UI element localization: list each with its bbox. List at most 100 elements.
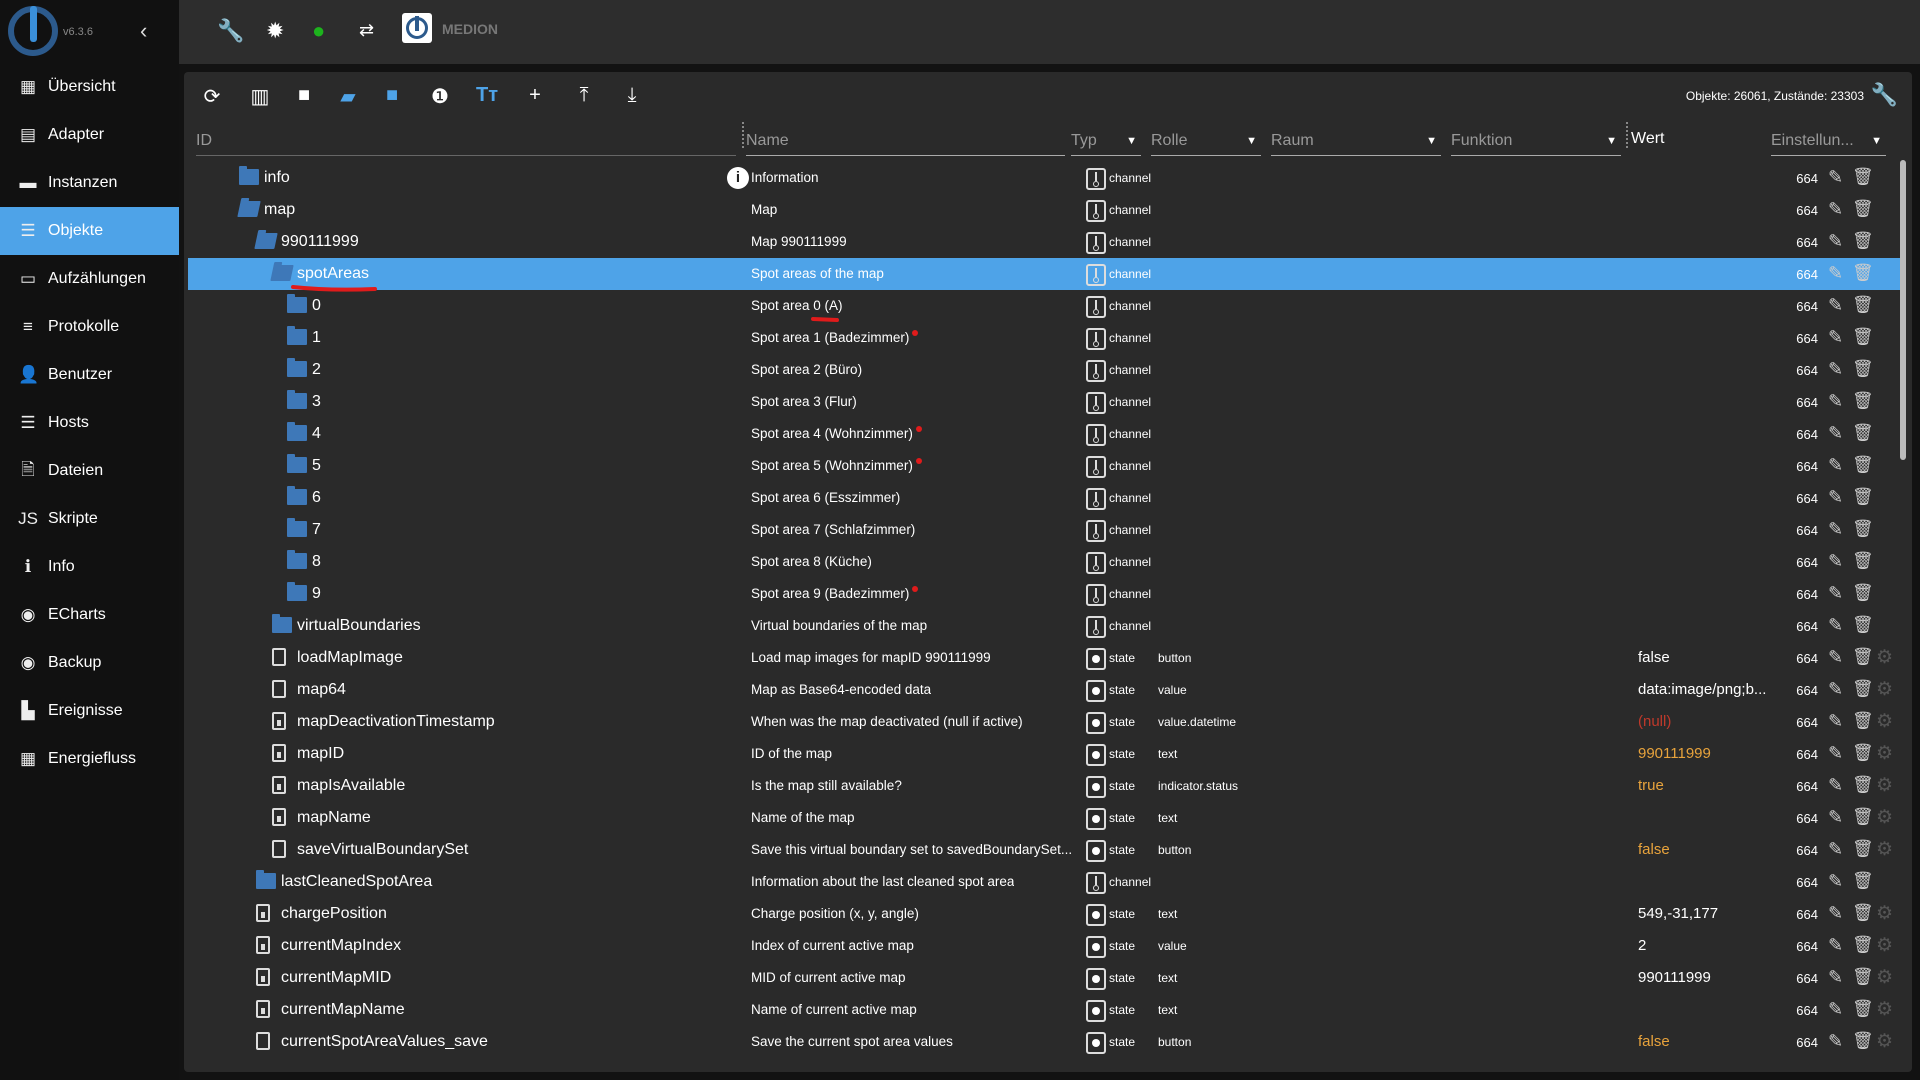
- table-row[interactable]: 5 Spot area 5 (Wohnzimmer) channel 664 ✎ 🗑: [188, 450, 1900, 482]
- table-row[interactable]: currentMapName Name of current active map…: [188, 994, 1900, 1026]
- table-row[interactable]: 3 Spot area 3 (Flur) channel 664 ✎ 🗑: [188, 386, 1900, 418]
- object-value[interactable]: 990111999: [1638, 745, 1711, 762]
- folder-icon[interactable]: [287, 422, 307, 441]
- file-lock-icon[interactable]: [256, 904, 270, 922]
- object-value[interactable]: false: [1638, 1033, 1670, 1050]
- trash-icon[interactable]: 🗑: [1852, 519, 1874, 539]
- object-value[interactable]: 990111999: [1638, 969, 1711, 986]
- table-row[interactable]: mapID ID of the map state text 990111999 664 ✎…: [188, 738, 1900, 770]
- object-value[interactable]: false: [1638, 649, 1670, 666]
- pencil-icon[interactable]: ✎: [1828, 487, 1843, 508]
- trash-icon[interactable]: 🗑: [1852, 935, 1874, 955]
- pencil-icon[interactable]: ✎: [1828, 679, 1843, 700]
- role-filter[interactable]: Rolle ▼: [1151, 126, 1261, 156]
- gear-icon[interactable]: ⚙: [1876, 774, 1893, 797]
- sidebar-item-objekte[interactable]: ☰ Objekte: [0, 207, 179, 255]
- gear-icon[interactable]: ⚙: [1876, 966, 1893, 989]
- expert-mode-icon[interactable]: ●: [312, 18, 325, 44]
- column-resizer[interactable]: [1626, 122, 1628, 148]
- file-lock-icon[interactable]: [256, 968, 270, 986]
- column-header-id[interactable]: ID: [196, 126, 736, 156]
- object-value[interactable]: (null): [1638, 713, 1671, 730]
- pencil-icon[interactable]: ✎: [1828, 455, 1843, 476]
- folder-icon[interactable]: [287, 486, 307, 505]
- pencil-icon[interactable]: ✎: [1828, 807, 1843, 828]
- object-value[interactable]: true: [1638, 777, 1664, 794]
- pencil-icon[interactable]: ✎: [1828, 295, 1843, 316]
- file-icon[interactable]: [272, 648, 286, 666]
- sidebar-item-protokolle[interactable]: ≡ Protokolle: [0, 303, 179, 351]
- gear-icon[interactable]: ⚙: [1876, 646, 1893, 669]
- sync-off-icon[interactable]: ⇄: [359, 20, 374, 41]
- trash-icon[interactable]: 🗑: [1852, 487, 1874, 507]
- sidebar-item-info[interactable]: ℹ Info: [0, 543, 179, 591]
- table-row[interactable]: loadMapImage Load map images for mapID 99…: [188, 642, 1900, 674]
- pencil-icon[interactable]: ✎: [1828, 359, 1843, 380]
- file-lock-icon[interactable]: [272, 776, 286, 794]
- table-row[interactable]: virtualBoundaries Virtual boundaries of t…: [188, 610, 1900, 642]
- trash-icon[interactable]: 🗑: [1852, 199, 1874, 219]
- gear-icon[interactable]: ⚙: [1876, 838, 1893, 861]
- type-filter[interactable]: Typ ▼: [1071, 126, 1141, 156]
- table-row[interactable]: 1 Spot area 1 (Badezimmer) channel 664 ✎ 🗑: [188, 322, 1900, 354]
- trash-icon[interactable]: 🗑: [1852, 839, 1874, 859]
- sidebar-item-übersicht[interactable]: ▦ Übersicht: [0, 63, 179, 111]
- trash-icon[interactable]: 🗑: [1852, 455, 1874, 475]
- pencil-icon[interactable]: ✎: [1828, 551, 1843, 572]
- pencil-icon[interactable]: ✎: [1828, 519, 1843, 540]
- table-row[interactable]: map Map channel 664 ✎ 🗑: [188, 194, 1900, 226]
- gear-icon[interactable]: ⚙: [1876, 998, 1893, 1021]
- pencil-icon[interactable]: ✎: [1828, 231, 1843, 252]
- folder-icon[interactable]: [287, 550, 307, 569]
- sidebar-item-skripte[interactable]: JS Skripte: [0, 495, 179, 543]
- pencil-icon[interactable]: ✎: [1828, 423, 1843, 444]
- sidebar-item-aufzählungen[interactable]: ▭ Aufzählungen: [0, 255, 179, 303]
- expand-all-icon[interactable]: ▰: [334, 84, 362, 109]
- download-icon[interactable]: ⤓: [618, 84, 646, 107]
- object-value[interactable]: data:image/png;b...: [1638, 681, 1766, 698]
- trash-icon[interactable]: 🗑: [1852, 775, 1874, 795]
- folder-open-icon[interactable]: [237, 201, 261, 217]
- trash-icon[interactable]: 🗑: [1852, 615, 1874, 635]
- object-value[interactable]: false: [1638, 841, 1670, 858]
- table-row[interactable]: spotAreas Spot areas of the map channel 664…: [188, 258, 1900, 290]
- file-lock-icon[interactable]: [256, 1000, 270, 1018]
- folder-icon[interactable]: [287, 390, 307, 409]
- column-resizer[interactable]: [742, 122, 744, 148]
- object-value[interactable]: 2: [1638, 937, 1646, 954]
- pencil-icon[interactable]: ✎: [1828, 999, 1843, 1020]
- sidebar-item-benutzer[interactable]: 👤 Benutzer: [0, 351, 179, 399]
- trash-icon[interactable]: 🗑: [1852, 583, 1874, 603]
- trash-icon[interactable]: 🗑: [1852, 967, 1874, 987]
- expand-level-icon[interactable]: ❶: [426, 84, 454, 109]
- function-filter[interactable]: Funktion ▼: [1451, 126, 1621, 156]
- gear-icon[interactable]: ⚙: [1876, 902, 1893, 925]
- trash-icon[interactable]: 🗑: [1852, 807, 1874, 827]
- folder-icon[interactable]: [287, 358, 307, 377]
- scrollbar[interactable]: [1900, 160, 1906, 460]
- trash-icon[interactable]: 🗑: [1852, 423, 1874, 443]
- refresh-icon[interactable]: ⟳: [198, 84, 226, 109]
- theme-toggle-icon[interactable]: ✹: [266, 18, 284, 44]
- pencil-icon[interactable]: ✎: [1828, 967, 1843, 988]
- file-lock-icon[interactable]: [256, 936, 270, 954]
- sidebar-item-energiefluss[interactable]: ▦ Energiefluss: [0, 735, 179, 783]
- table-row[interactable]: 0 Spot area 0 (A) channel 664 ✎ 🗑: [188, 290, 1900, 322]
- trash-icon[interactable]: 🗑: [1852, 295, 1874, 315]
- trash-icon[interactable]: 🗑: [1852, 263, 1874, 283]
- sidebar-item-dateien[interactable]: 🗎 Dateien: [0, 447, 179, 495]
- trash-icon[interactable]: 🗑: [1852, 391, 1874, 411]
- folder-icon[interactable]: ■: [290, 84, 318, 107]
- gear-icon[interactable]: ⚙: [1876, 742, 1893, 765]
- table-row[interactable]: 4 Spot area 4 (Wohnzimmer) channel 664 ✎ 🗑: [188, 418, 1900, 450]
- table-row[interactable]: 6 Spot area 6 (Esszimmer) channel 664 ✎ 🗑: [188, 482, 1900, 514]
- name-filter[interactable]: Name: [746, 126, 1065, 156]
- sidebar-item-backup[interactable]: ◉ Backup: [0, 639, 179, 687]
- file-lock-icon[interactable]: [272, 744, 286, 762]
- wrench-icon[interactable]: 🔧: [217, 18, 244, 44]
- table-row[interactable]: mapIsAvailable Is the map still available…: [188, 770, 1900, 802]
- folder-open-icon[interactable]: [254, 233, 278, 249]
- file-lock-icon[interactable]: [272, 712, 286, 730]
- table-row[interactable]: chargePosition Charge position (x, y, ang…: [188, 898, 1900, 930]
- file-icon[interactable]: [272, 680, 286, 698]
